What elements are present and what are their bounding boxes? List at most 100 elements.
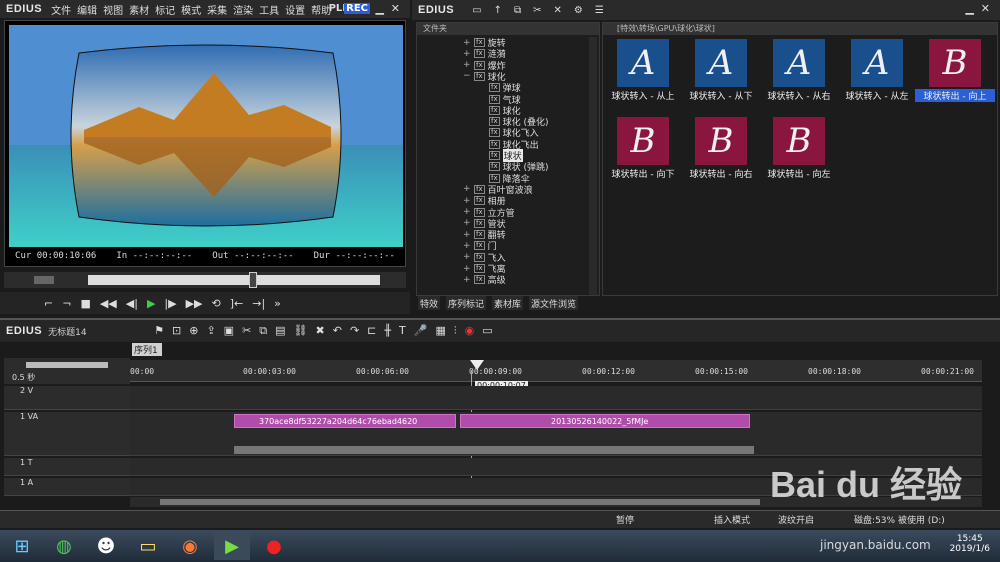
copy-icon[interactable]: ⧉	[514, 5, 521, 16]
expand-icon[interactable]: +	[463, 230, 471, 240]
effect-thumbnail[interactable]: A	[773, 39, 825, 87]
tree-scrollbar[interactable]	[589, 37, 597, 295]
bin-minimize-icon[interactable]: ▁	[966, 2, 974, 15]
expand-icon[interactable]: +	[463, 196, 471, 206]
track-2v[interactable]	[130, 386, 982, 410]
rewind-icon[interactable]: ◀◀	[100, 297, 117, 310]
menu-item[interactable]: 素材	[126, 6, 152, 17]
expand-icon[interactable]: +	[463, 184, 471, 194]
layout-icon[interactable]: ▭	[482, 324, 492, 338]
zoom-slider[interactable]	[26, 362, 108, 368]
zoom-control[interactable]: 0.5 秒	[4, 358, 130, 384]
firefox-icon[interactable]: ◉	[172, 532, 208, 560]
scroll-thumb[interactable]	[160, 499, 760, 505]
tab-sequence-marker[interactable]: 序列标记	[446, 296, 487, 310]
explorer-icon[interactable]: ▭	[130, 532, 166, 560]
effect-thumbnail[interactable]: A	[695, 39, 747, 87]
expand-icon[interactable]: +	[463, 49, 471, 59]
menu-item[interactable]: 模式	[178, 6, 204, 17]
track-1va[interactable]: 370ace8df53227a204d64c76ebad4620 2013052…	[130, 412, 982, 456]
expand-icon[interactable]: +	[463, 252, 471, 262]
tree-item[interactable]: − fx 球化	[463, 71, 506, 83]
expand-icon[interactable]: +	[463, 241, 471, 251]
export-icon[interactable]: ⇪	[206, 324, 215, 338]
grid-icon[interactable]: ▦	[435, 324, 445, 338]
split-icon[interactable]: ╫	[384, 324, 391, 338]
view-icon[interactable]: ☰	[595, 5, 604, 16]
minimize-icon[interactable]: ▁	[376, 2, 384, 15]
stop-icon[interactable]: ■	[80, 297, 90, 310]
undo-icon[interactable]: ↶	[333, 324, 342, 338]
recorder-icon[interactable]: ●	[256, 532, 292, 560]
properties-icon[interactable]: ⚙	[574, 5, 583, 16]
snap-icon[interactable]: ⊏	[367, 324, 376, 338]
expand-icon[interactable]: +	[463, 218, 471, 228]
expand-icon[interactable]: +	[463, 275, 471, 285]
copy-tool-icon[interactable]: ⧉	[259, 324, 267, 338]
effect-thumbnail[interactable]: A	[617, 39, 669, 87]
position-handle[interactable]	[249, 272, 257, 288]
app-360-icon[interactable]: ◍	[46, 532, 82, 560]
expand-icon[interactable]: +	[463, 60, 471, 70]
player-scrubber[interactable]	[4, 272, 406, 288]
expand-icon[interactable]: +	[463, 264, 471, 274]
mark-out-icon[interactable]: ¬	[62, 297, 71, 310]
collapse-icon[interactable]: −	[463, 71, 471, 81]
overwrite-icon[interactable]: →|	[252, 297, 265, 310]
tab-bin[interactable]: 素材库	[492, 296, 524, 310]
loop-icon[interactable]: ⟲	[212, 297, 221, 310]
menu-item[interactable]: 编辑	[74, 6, 100, 17]
insert-icon[interactable]: ]←	[230, 297, 244, 310]
playhead-handle[interactable]	[470, 360, 484, 370]
expand-icon[interactable]: +	[463, 38, 471, 48]
add-icon[interactable]: ⊕	[189, 324, 198, 338]
system-clock[interactable]: 15:45 2019/1/6	[950, 534, 990, 554]
folder-icon[interactable]: ▭	[472, 5, 481, 16]
sequence-tab[interactable]: 序列1	[132, 343, 162, 356]
position-track[interactable]	[88, 275, 380, 285]
tree-item[interactable]: + fx 高级	[463, 274, 506, 287]
new-sequence-icon[interactable]: ⚑	[154, 324, 164, 338]
paste-icon[interactable]: ▤	[275, 324, 285, 338]
track-header-1a[interactable]: 1 A	[4, 478, 130, 496]
cut-icon[interactable]: ✂	[533, 5, 541, 16]
text-icon[interactable]: T	[399, 324, 406, 338]
more-icon[interactable]: »	[274, 297, 281, 310]
redo-icon[interactable]: ↷	[350, 324, 359, 338]
menu-item[interactable]: 视图	[100, 6, 126, 17]
tree-item[interactable]: + fx 翻转	[463, 229, 506, 242]
save-icon[interactable]: ▣	[224, 324, 234, 338]
menu-item[interactable]: 设置	[282, 6, 308, 17]
qq-icon[interactable]: ☻	[88, 532, 124, 560]
bin-close-icon[interactable]: ✕	[981, 2, 990, 15]
track-header-1va[interactable]: 1 VA	[4, 412, 130, 456]
video-clip-1[interactable]: 370ace8df53227a204d64c76ebad4620	[234, 414, 456, 428]
edius-taskbar-icon[interactable]: ▶	[214, 532, 250, 560]
effect-thumbnail[interactable]: B	[617, 117, 669, 165]
track-header-2v[interactable]: 2 V	[4, 386, 130, 410]
track-header-1t[interactable]: 1 T	[4, 458, 130, 476]
step-forward-icon[interactable]: |▶	[164, 297, 176, 310]
expand-icon[interactable]: +	[463, 207, 471, 217]
menu-item[interactable]: 采集	[204, 6, 230, 17]
effect-thumbnail[interactable]: B	[929, 39, 981, 87]
video-clip-2[interactable]: 20130526140022_5fMJe	[460, 414, 750, 428]
close-icon[interactable]: ✕	[391, 2, 400, 15]
start-icon[interactable]: ⊞	[4, 532, 40, 560]
effect-thumbnail[interactable]: B	[773, 117, 825, 165]
tab-source-browser[interactable]: 源文件浏览	[529, 296, 579, 310]
tab-effects[interactable]: 特效	[418, 296, 441, 310]
mic-icon[interactable]: 🎤	[414, 324, 428, 338]
play-icon[interactable]: ▶	[147, 297, 155, 310]
cut-tool-icon[interactable]: ✂	[242, 324, 251, 338]
menu-item[interactable]: 工具	[256, 6, 282, 17]
link-icon[interactable]: ⛓	[294, 324, 308, 338]
menu-item[interactable]: 文件	[48, 6, 74, 17]
time-ruler[interactable]: 00:00 00:00:03:00 00:00:06:00 00:00:09:00 00…	[130, 360, 982, 382]
record-icon[interactable]: ◉	[465, 324, 475, 338]
step-back-icon[interactable]: ◀|	[126, 297, 138, 310]
effect-thumbnail[interactable]: B	[695, 117, 747, 165]
up-icon[interactable]: ↑	[494, 5, 502, 16]
delete-clip-icon[interactable]: ✖	[316, 324, 325, 338]
fast-forward-icon[interactable]: ▶▶	[186, 297, 203, 310]
